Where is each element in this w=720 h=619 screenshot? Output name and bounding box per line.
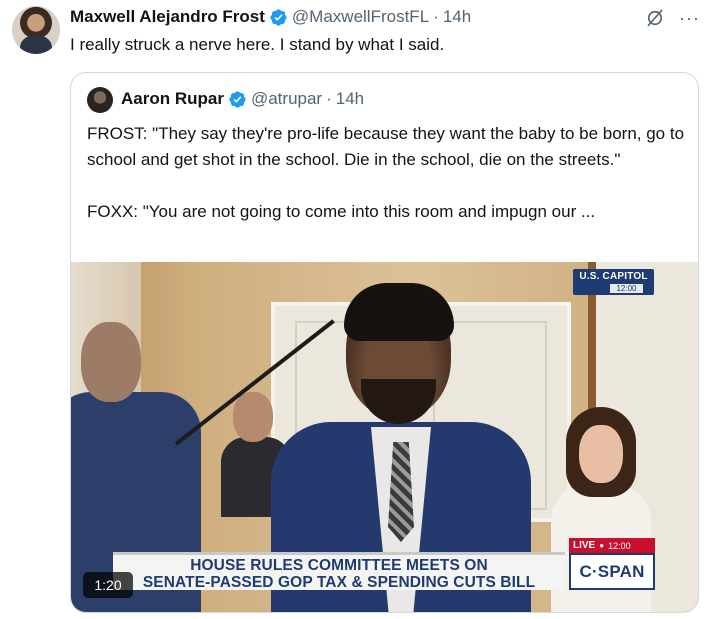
location-label: U.S. CAPITOL (579, 271, 648, 282)
author-handle[interactable]: @MaxwellFrostFL (292, 7, 429, 27)
live-label: LIVE (573, 540, 596, 551)
quoted-author-handle[interactable]: @atrupar (251, 89, 322, 109)
quoted-text-frost: FROST: "They say they're pro-life becaus… (87, 124, 685, 169)
quoted-tweet-header: Aaron Rupar @atrupar · 14h (121, 89, 364, 109)
quoted-timestamp[interactable]: 14h (336, 89, 364, 109)
video-player[interactable]: U.S. CAPITOL 12:00 HOUSE RULES COMMITTEE… (71, 262, 698, 612)
tweet-text: I really struck a nerve here. I stand by… (70, 35, 445, 54)
cspan-logo: C·SPAN (569, 553, 655, 590)
quoted-author-avatar[interactable] (87, 87, 113, 113)
tweet[interactable]: Maxwell Alejandro Frost @MaxwellFrostFL … (0, 0, 720, 619)
more-options-icon[interactable]: ··· (679, 9, 700, 27)
chyron-line-1: HOUSE RULES COMMITTEE MEETS ON (190, 557, 488, 574)
video-duration[interactable]: 1:20 (83, 572, 133, 598)
quoted-tweet[interactable]: Aaron Rupar @atrupar · 14h FROST: "They … (70, 72, 699, 613)
news-chyron: HOUSE RULES COMMITTEE MEETS ON SENATE-PA… (113, 552, 565, 591)
tweet-actions-top: ··· (645, 8, 700, 28)
quoted-author-name[interactable]: Aaron Rupar (121, 89, 224, 109)
author-avatar[interactable] (12, 6, 60, 54)
location-bug: U.S. CAPITOL 12:00 (573, 269, 654, 295)
tweet-timestamp[interactable]: 14h (443, 7, 471, 27)
separator-dot: · (326, 89, 332, 108)
verified-badge-icon (270, 8, 287, 26)
quoted-tweet-text: FROST: "They say they're pro-life becaus… (87, 121, 687, 225)
live-dot-icon: ● (599, 541, 605, 550)
location-time: 12:00 (610, 284, 643, 293)
separator-dot: · (433, 7, 439, 26)
chyron-line-2: SENATE-PASSED GOP TAX & SPENDING CUTS BI… (142, 574, 536, 591)
tweet-header: Maxwell Alejandro Frost @MaxwellFrostFL … (70, 6, 471, 28)
live-indicator: LIVE ● 12:00 (569, 538, 655, 553)
author-name[interactable]: Maxwell Alejandro Frost (70, 7, 265, 27)
live-time: 12:00 (608, 540, 631, 551)
verified-badge-icon (229, 90, 246, 108)
network-name: C·SPAN (579, 561, 645, 581)
quoted-text-foxx: FOXX: "You are not going to come into th… (87, 202, 596, 221)
grok-icon[interactable] (645, 8, 665, 28)
